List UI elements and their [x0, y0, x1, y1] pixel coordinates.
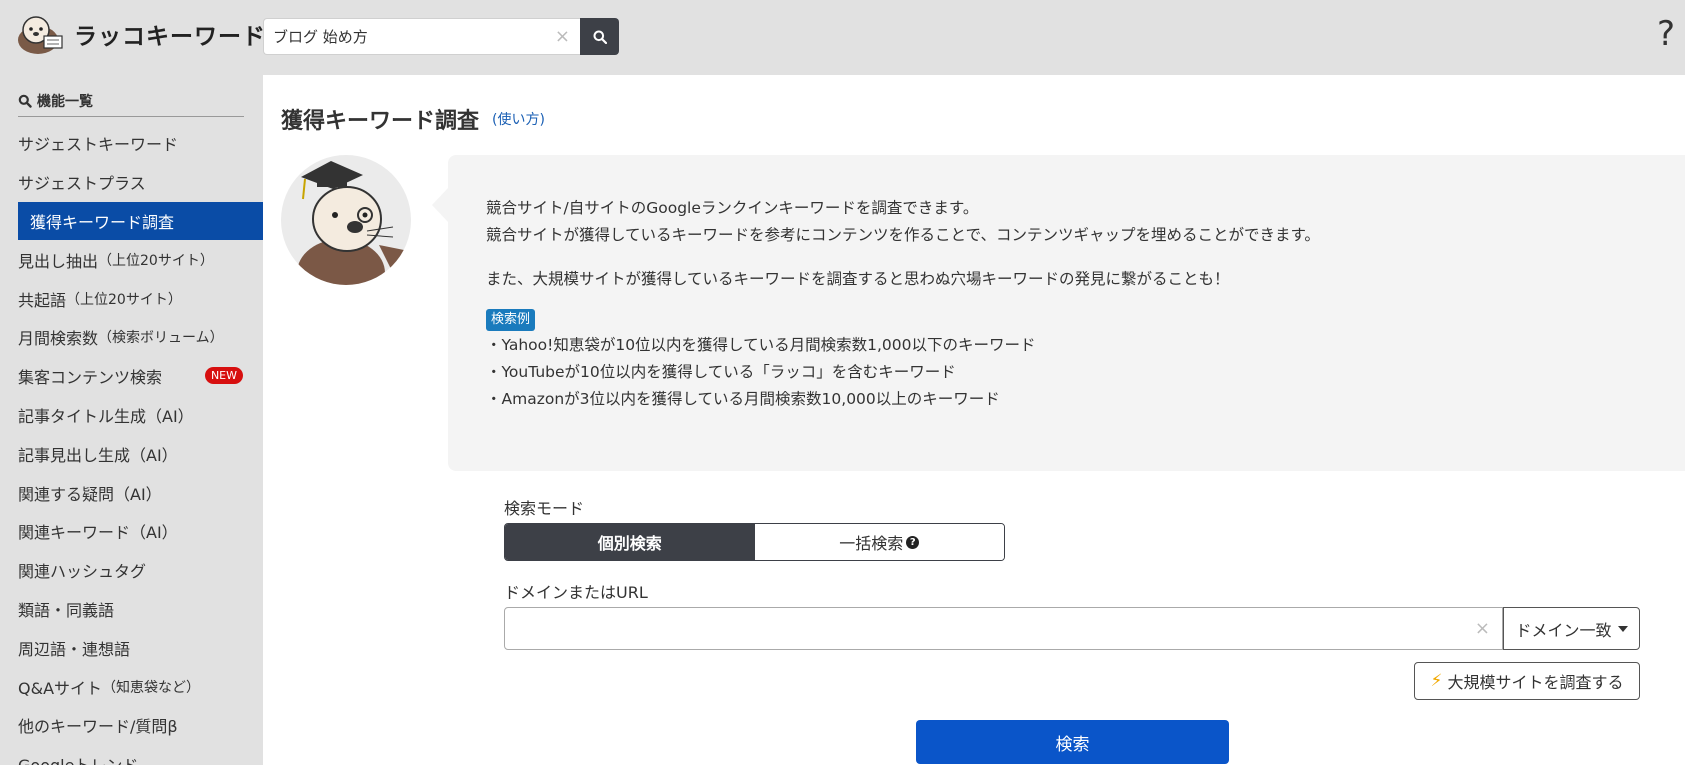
sidebar-item-label: 周辺語・連想語: [18, 639, 131, 659]
url-label: ドメインまたはURL: [504, 583, 648, 602]
url-row: × ドメイン一致: [504, 607, 1640, 650]
sidebar-item-label: 関連ハッシュタグ: [18, 562, 147, 582]
howto-link[interactable]: (使い方): [492, 109, 545, 129]
clear-icon[interactable]: ×: [1475, 618, 1490, 639]
otter-logo-icon: [18, 16, 63, 54]
mode-bulk-label: 一括検索: [839, 534, 904, 553]
sidebar-item-label: サジェストプラス: [18, 174, 146, 194]
help-icon[interactable]: ?: [1657, 14, 1675, 54]
lightning-icon: ⚡: [1430, 671, 1443, 691]
submit-label: 検索: [1055, 734, 1090, 755]
example-item: ・Amazonが3位以内を獲得している月間検索数10,000以上のキーワード: [486, 390, 1000, 408]
sidebar-item-label: 他のキーワード/質問β: [18, 717, 178, 737]
submit-button[interactable]: 検索: [916, 720, 1229, 764]
sidebar-item-label: 見出し抽出: [18, 251, 99, 271]
sidebar-item-associations[interactable]: 周辺語・連想語: [0, 628, 263, 667]
mode-single-label: 個別検索: [597, 534, 662, 553]
example-item: ・YouTubeが10位以内を獲得している「ラッコ」を含むキーワード: [486, 363, 956, 381]
example-item: ・Yahoo!知恵袋が10位以内を獲得している月間検索数1,000以下のキーワー…: [486, 336, 1036, 354]
sidebar-item-headings[interactable]: 見出し抽出 （上位20サイト）: [0, 240, 263, 279]
search-form: 検索モード 個別検索 一括検索? ドメインまたはURL × ドメイン一致 ⚡ 大…: [504, 495, 1644, 764]
intro-text: 競合サイトが獲得しているキーワードを参考にコンテンツを作ることで、コンテンツギャ…: [486, 226, 1320, 244]
mode-bulk-button[interactable]: 一括検索?: [754, 524, 1004, 560]
sidebar-item-label: 関連する疑問（AI）: [18, 484, 162, 504]
match-select[interactable]: ドメイン一致: [1503, 607, 1640, 650]
sidebar-title: 機能一覧: [18, 85, 244, 117]
help-circle-icon[interactable]: ?: [906, 535, 920, 549]
sidebar-item-content-search[interactable]: 集客コンテンツ検索 NEW: [0, 357, 263, 396]
search-button[interactable]: [580, 18, 619, 55]
sidebar-item-google-trends[interactable]: Googleトレンド: [0, 745, 263, 765]
main-content: 獲得キーワード調査 (使い方) 競合サイト/自サイトのGoogleランクインキー…: [263, 75, 1685, 765]
bigsite-label: 大規模サイトを調査する: [1447, 673, 1624, 692]
example-badge: 検索例: [486, 309, 536, 331]
search-input-value: ブログ 始め方: [273, 28, 368, 46]
sidebar-item-label: 記事見出し生成（AI）: [18, 445, 178, 465]
sidebar-item-qa[interactable]: Q&Aサイト （知恵袋など）: [0, 667, 263, 706]
match-select-value: ドメイン一致: [1515, 620, 1612, 640]
sidebar-item-cooccurrence[interactable]: 共起語 （上位20サイト）: [0, 279, 263, 318]
sidebar-title-label: 機能一覧: [37, 93, 93, 110]
mascot-image: [281, 155, 411, 285]
url-input[interactable]: ×: [504, 607, 1503, 650]
sidebar-item-suggest-plus[interactable]: サジェストプラス: [0, 163, 263, 202]
search-input[interactable]: ブログ 始め方 ×: [263, 18, 580, 55]
bigsite-button[interactable]: ⚡ 大規模サイトを調査する: [1414, 662, 1640, 700]
sidebar-item-label: 獲得キーワード調査: [30, 212, 175, 232]
sidebar-item-note: （上位20サイト）: [98, 252, 214, 269]
sidebar-item-label: 月間検索数: [18, 329, 99, 349]
search-icon: [18, 94, 32, 108]
sidebar-item-label: 類語・同義語: [18, 600, 115, 620]
sidebar-item-label: 関連キーワード（AI）: [18, 523, 178, 543]
sidebar-item-label: 集客コンテンツ検索: [18, 368, 163, 388]
sidebar-item-search-volume[interactable]: 月間検索数 （検索ボリューム）: [0, 318, 263, 357]
sidebar-item-label: Q&Aサイト: [18, 678, 103, 698]
mode-label: 検索モード: [504, 499, 585, 518]
sidebar-item-note: （検索ボリューム）: [98, 330, 224, 347]
sidebar-item-acquired-keywords[interactable]: 獲得キーワード調査: [18, 201, 263, 241]
sidebar-item-suggest[interactable]: サジェストキーワード: [0, 124, 263, 163]
logo-text: ラッコキーワード: [74, 24, 266, 50]
sidebar-item-note: （上位20サイト）: [66, 291, 182, 308]
intro-panel: 競合サイト/自サイトのGoogleランクインキーワードを調査できます。 競合サイ…: [432, 155, 1685, 471]
sidebar-item-label: Googleトレンド: [18, 752, 138, 765]
sidebar-item-label: サジェストキーワード: [18, 135, 179, 155]
logo[interactable]: ラッコキーワード: [16, 14, 266, 54]
header-search: ブログ 始め方 ×: [263, 18, 619, 55]
page-title: 獲得キーワード調査: [281, 109, 480, 134]
sidebar-item-label: 記事タイトル生成（AI）: [18, 406, 194, 426]
new-badge: NEW: [204, 366, 243, 384]
caret-down-icon: [1617, 625, 1628, 632]
sidebar-item-hashtags[interactable]: 関連ハッシュタグ: [0, 551, 263, 590]
mode-single-button[interactable]: 個別検索: [505, 524, 755, 560]
intro-text: また、大規模サイトが獲得しているキーワードを調査すると思わぬ穴場キーワードの発見…: [486, 270, 1230, 288]
sidebar-item-other-keywords[interactable]: 他のキーワード/質問β: [0, 706, 263, 745]
clear-icon[interactable]: ×: [555, 26, 570, 47]
sidebar-nav: サジェストキーワード サジェストプラス 獲得キーワード調査 見出し抽出 （上位20…: [0, 124, 263, 765]
sidebar-item-heading-ai[interactable]: 記事見出し生成（AI）: [0, 434, 263, 473]
sidebar-item-questions-ai[interactable]: 関連する疑問（AI）: [0, 473, 263, 512]
sidebar-item-note: （知恵袋など）: [102, 679, 201, 696]
sidebar-item-label: 共起語: [18, 290, 67, 310]
search-mode-toggle: 個別検索 一括検索?: [504, 523, 1005, 561]
sidebar-item-related-ai[interactable]: 関連キーワード（AI）: [0, 512, 263, 551]
sidebar-item-title-ai[interactable]: 記事タイトル生成（AI）: [0, 396, 263, 435]
intro-text: 競合サイト/自サイトのGoogleランクインキーワードを調査できます。: [486, 199, 979, 217]
sidebar-item-synonyms[interactable]: 類語・同義語: [0, 590, 263, 629]
otter-mascot-icon: [297, 161, 409, 285]
search-icon: [593, 30, 607, 44]
